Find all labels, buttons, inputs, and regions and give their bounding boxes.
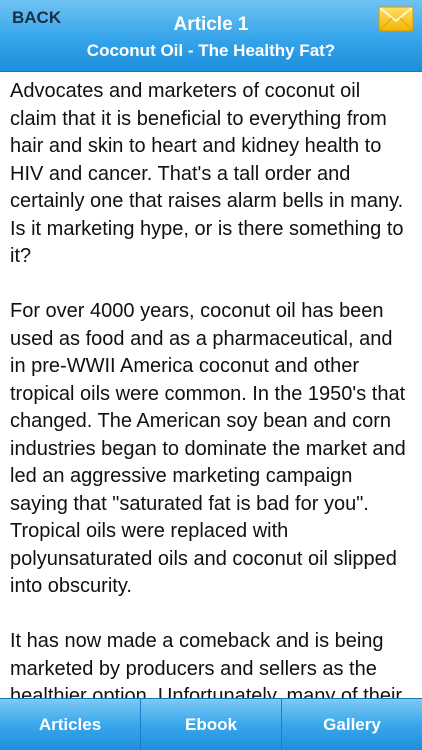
tab-articles[interactable]: Articles bbox=[0, 699, 141, 750]
navigation-header: BACK Article 1 Coconut Oil - The Healthy… bbox=[0, 0, 422, 72]
tab-ebook[interactable]: Ebook bbox=[141, 699, 282, 750]
envelope-icon bbox=[378, 6, 414, 32]
article-paragraph: For over 4000 years, coconut oil has bee… bbox=[10, 300, 406, 597]
page-title: Article 1 bbox=[173, 14, 249, 35]
article-subtitle: Coconut Oil - The Healthy Fat? bbox=[86, 41, 336, 60]
article-screen: BACK Article 1 Coconut Oil - The Healthy… bbox=[0, 0, 422, 750]
article-paragraph: Advocates and marketers of coconut oil c… bbox=[10, 80, 404, 267]
tab-gallery[interactable]: Gallery bbox=[282, 699, 422, 750]
bottom-tab-bar: Articles Ebook Gallery bbox=[0, 698, 422, 750]
article-paragraph: It has now made a comeback and is being … bbox=[10, 630, 403, 698]
back-button[interactable]: BACK bbox=[12, 8, 61, 28]
article-body[interactable]: Advocates and marketers of coconut oil c… bbox=[0, 72, 422, 698]
email-share-button[interactable] bbox=[378, 5, 414, 33]
